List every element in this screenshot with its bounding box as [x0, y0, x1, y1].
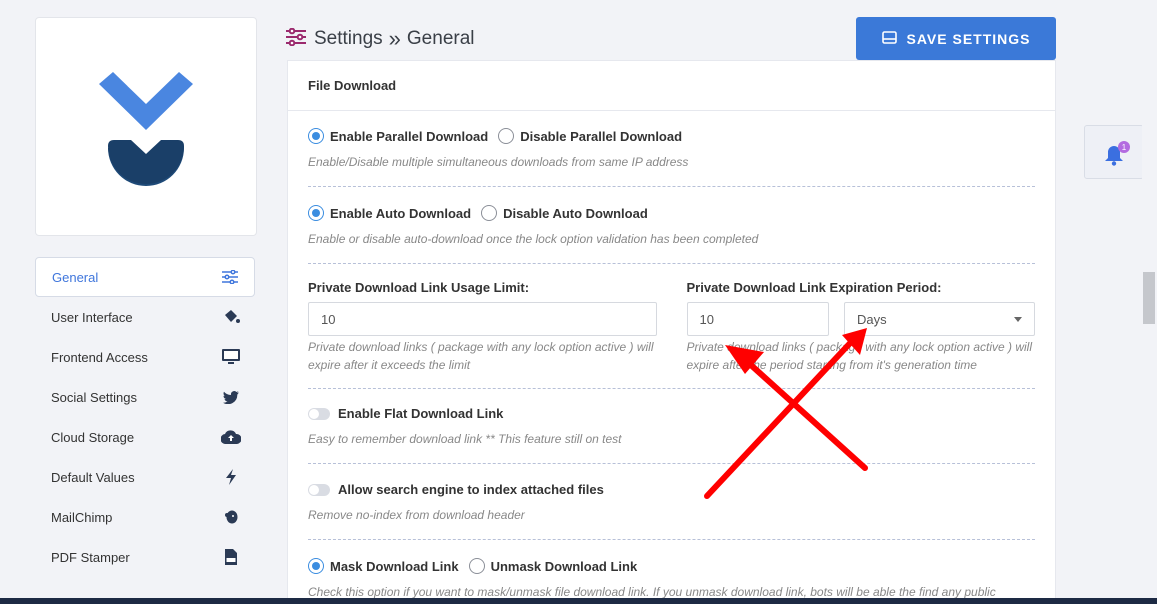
radio-unchecked[interactable] — [498, 128, 515, 144]
bolt-icon — [221, 467, 241, 487]
enable-parallel-download-radio[interactable]: Enable Parallel Download — [308, 128, 488, 144]
expiration-period-label: Private Download Link Expiration Period: — [686, 280, 942, 295]
index-files-hint: Remove no-index from download header — [308, 508, 525, 522]
sidebar-item-label: PDF Stamper — [51, 549, 130, 565]
radio-checked[interactable] — [308, 205, 324, 221]
sidebar-item-mailchimp[interactable]: MailChimp — [35, 497, 255, 537]
sidebar-item-user-interface[interactable]: User Interface — [35, 297, 255, 337]
mailchimp-icon — [221, 507, 241, 527]
sidebar-item-label: Cloud Storage — [51, 429, 135, 445]
twitter-icon — [221, 387, 241, 407]
sidebar-item-cloud-storage[interactable]: Cloud Storage — [35, 417, 255, 457]
settings-sliders-icon — [286, 27, 306, 51]
sidebar-item-default-values[interactable]: Default Values — [35, 457, 255, 497]
expiration-period-hint: Private download links ( package with an… — [686, 340, 1033, 372]
radio-unchecked[interactable] — [481, 205, 498, 221]
brand-logo — [99, 72, 193, 186]
disable-auto-download-radio[interactable]: Disable Auto Download — [481, 205, 648, 221]
enable-auto-download-radio[interactable]: Enable Auto Download — [308, 205, 471, 221]
notification-button[interactable]: 1 — [1084, 125, 1144, 179]
breadcrumb-separator: » — [388, 26, 401, 51]
sidebar-item-general[interactable]: General — [35, 257, 255, 297]
disable-parallel-download-radio[interactable]: Disable Parallel Download — [498, 128, 682, 144]
parallel-download-hint: Enable/Disable multiple simultaneous dow… — [308, 155, 689, 169]
expiration-period-input[interactable]: 10 — [686, 302, 829, 336]
sidebar-item-social-settings[interactable]: Social Settings — [35, 377, 255, 417]
notification-count-badge: 1 — [1118, 141, 1130, 153]
sidebar-item-label: Frontend Access — [51, 349, 148, 365]
radio-checked[interactable] — [308, 558, 324, 574]
mask-download-link-radio[interactable]: Mask Download Link — [308, 558, 459, 574]
pdf-file-icon — [221, 547, 241, 567]
dropdown-caret-icon — [1014, 316, 1022, 322]
sidebar-item-label: MailChimp — [51, 509, 113, 525]
radio-unchecked[interactable] — [468, 558, 485, 574]
breadcrumb-section: Settings — [314, 28, 383, 49]
page-title: Settings » General — [314, 26, 475, 52]
usage-limit-label: Private Download Link Usage Limit: — [308, 280, 530, 295]
sidebar-item-label: General — [52, 269, 99, 285]
expiration-unit-select[interactable]: Days — [844, 302, 1035, 336]
flat-link-hint: Easy to remember download link ** This f… — [308, 432, 622, 446]
usage-limit-input[interactable]: 10 — [308, 302, 657, 336]
monitor-icon — [221, 347, 241, 367]
usage-limit-hint: Private download links ( package with an… — [308, 340, 654, 372]
sidebar-item-label: Default Values — [51, 469, 135, 485]
auto-download-hint: Enable or disable auto-download once the… — [308, 232, 759, 246]
cloud-upload-icon — [221, 427, 241, 447]
sidebar-nav: General User Interface Frontend Access S… — [35, 257, 255, 577]
flat-link-section: Enable Flat Download Link Easy to rememb… — [308, 389, 1035, 464]
scrollbar-thumb[interactable] — [1143, 272, 1155, 324]
mask-link-section: Mask Download Link Unmask Download Link … — [308, 540, 1035, 604]
radio-checked[interactable] — [308, 128, 324, 144]
save-button-label: SAVE SETTINGS — [906, 30, 1031, 47]
parallel-download-section: Enable Parallel Download Disable Paralle… — [308, 111, 1035, 187]
flat-link-toggle[interactable] — [308, 407, 330, 420]
index-files-section: Allow search engine to index attached fi… — [308, 464, 1035, 540]
index-files-toggle[interactable] — [308, 483, 330, 496]
sidebar-item-label: User Interface — [51, 309, 133, 325]
private-link-section: Private Download Link Usage Limit: 10 Pr… — [308, 264, 1035, 389]
auto-download-section: Enable Auto Download Disable Auto Downlo… — [308, 187, 1035, 264]
sidebar-item-label: Social Settings — [51, 389, 137, 405]
file-download-panel: File Download Enable Parallel Download D… — [287, 60, 1056, 604]
breadcrumb-page: General — [406, 28, 475, 49]
save-settings-button[interactable]: SAVE SETTINGS — [856, 17, 1056, 60]
paint-bucket-icon — [221, 307, 241, 327]
save-icon — [881, 30, 897, 47]
sidebar-item-frontend-access[interactable]: Frontend Access — [35, 337, 255, 377]
logo-card — [35, 17, 257, 236]
index-files-label: Allow search engine to index attached fi… — [338, 482, 604, 497]
sliders-icon — [220, 267, 240, 287]
page-header: Settings » General — [286, 18, 475, 60]
flat-link-label: Enable Flat Download Link — [338, 406, 504, 421]
unmask-download-link-radio[interactable]: Unmask Download Link — [468, 558, 637, 574]
bottom-edge-bar — [0, 598, 1157, 604]
panel-title: File Download — [288, 61, 1055, 111]
sidebar-item-pdf-stamper[interactable]: PDF Stamper — [35, 537, 255, 577]
